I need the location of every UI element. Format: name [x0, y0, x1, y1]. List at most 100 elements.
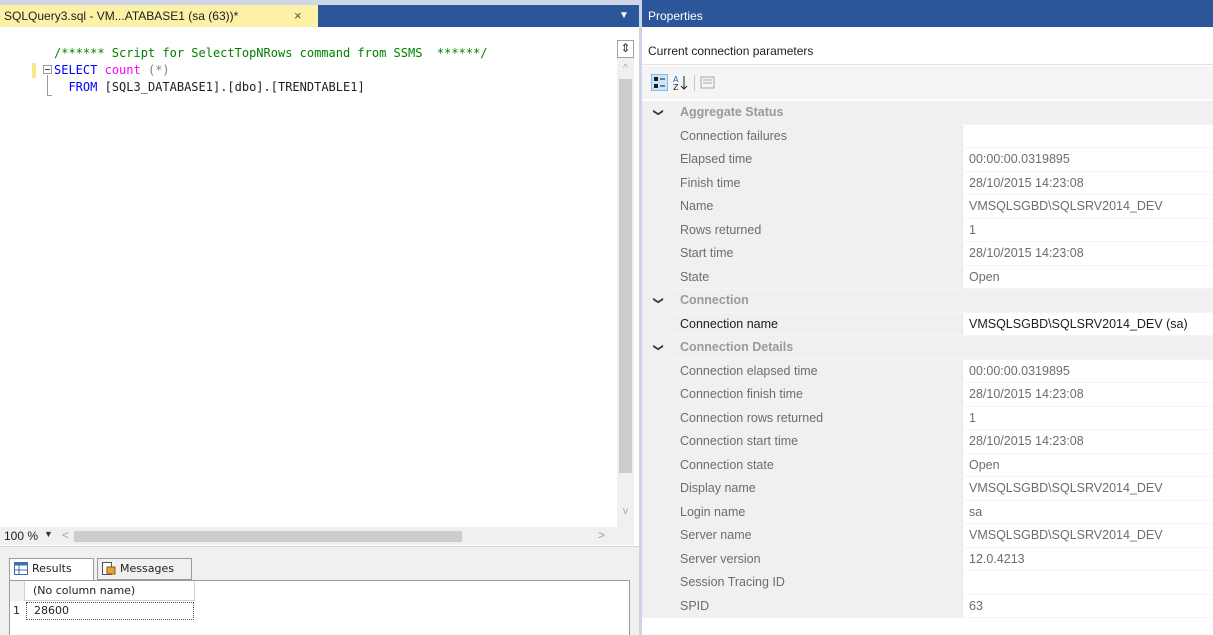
- property-value[interactable]: [962, 571, 1213, 595]
- results-grid[interactable]: (No column name) 1 28600: [9, 580, 630, 635]
- property-name: Login name: [670, 500, 962, 524]
- property-row[interactable]: Start time 28/10/2015 14:23:08: [642, 242, 1213, 266]
- property-grid: ❯ Aggregate Status Connection failures Elap…: [642, 101, 1213, 618]
- property-name: Connection elapsed time: [670, 359, 962, 383]
- tab-messages-label: Messages: [120, 562, 174, 575]
- property-value[interactable]: 1: [962, 406, 1213, 430]
- property-value[interactable]: VMSQLSGBD\SQLSRV2014_DEV: [962, 477, 1213, 501]
- property-value[interactable]: 28/10/2015 14:23:08: [962, 242, 1213, 266]
- property-name: Connection finish time: [670, 383, 962, 407]
- property-row[interactable]: Connection failures: [642, 124, 1213, 148]
- property-name: Display name: [670, 477, 962, 501]
- property-name: Connection state: [670, 453, 962, 477]
- property-name: Name: [670, 195, 962, 219]
- property-row[interactable]: Connection start time 28/10/2015 14:23:08: [642, 430, 1213, 454]
- property-row[interactable]: Server version 12.0.4213: [642, 547, 1213, 571]
- zoom-dropdown-icon[interactable]: ▼: [44, 529, 53, 539]
- property-value[interactable]: 28/10/2015 14:23:08: [962, 171, 1213, 195]
- tab-results[interactable]: Results: [9, 558, 94, 581]
- properties-title: Properties: [642, 5, 1213, 27]
- code-line-from: FROM [SQL3_DATABASE1].[dbo].[TRENDTABLE1…: [54, 80, 365, 95]
- keyword-select: SELECT: [54, 63, 98, 77]
- property-category-label: Connection: [670, 289, 1213, 313]
- property-name: Server version: [670, 547, 962, 571]
- property-name: Server name: [670, 524, 962, 548]
- property-row[interactable]: Finish time 28/10/2015 14:23:08: [642, 171, 1213, 195]
- document-tab-strip: SQLQuery3.sql - VM...ATABASE1 (sa (63))*…: [0, 0, 639, 27]
- properties-object-selector[interactable]: Current connection parameters: [642, 38, 1213, 65]
- document-tab-title: SQLQuery3.sql - VM...ATABASE1 (sa (63))*: [4, 9, 239, 23]
- tab-messages[interactable]: Messages: [97, 558, 192, 580]
- property-category-label: Aggregate Status: [670, 101, 1213, 125]
- scroll-up-icon[interactable]: ^: [617, 61, 634, 77]
- property-row[interactable]: Connection elapsed time 00:00:00.0319895: [642, 359, 1213, 383]
- grid-corner[interactable]: [10, 581, 25, 601]
- property-value[interactable]: VMSQLSGBD\SQLSRV2014_DEV: [962, 195, 1213, 219]
- property-name: Connection name: [670, 312, 962, 336]
- property-name: State: [670, 265, 962, 289]
- chevron-down-icon[interactable]: ❯: [653, 296, 664, 304]
- property-value[interactable]: 12.0.4213: [962, 547, 1213, 571]
- property-value[interactable]: [962, 124, 1213, 148]
- property-name: Connection start time: [670, 430, 962, 454]
- scroll-down-icon[interactable]: v: [617, 504, 634, 520]
- code-editor[interactable]: [0, 27, 639, 545]
- property-row[interactable]: Connection name VMSQLSGBD\SQLSRV2014_DEV …: [642, 312, 1213, 336]
- property-name: Session Tracing ID: [670, 571, 962, 595]
- vertical-scroll-thumb[interactable]: [619, 79, 632, 473]
- property-value[interactable]: VMSQLSGBD\SQLSRV2014_DEV (sa): [962, 312, 1213, 336]
- dropdown-icon[interactable]: ▼: [617, 10, 631, 22]
- property-value[interactable]: VMSQLSGBD\SQLSRV2014_DEV: [962, 524, 1213, 548]
- property-value[interactable]: 00:00:00.0319895: [962, 148, 1213, 172]
- chevron-down-icon[interactable]: ❯: [653, 343, 664, 351]
- chevron-down-icon[interactable]: ❯: [653, 108, 664, 116]
- collapse-region-icon[interactable]: [43, 65, 52, 74]
- property-value[interactable]: Open: [962, 453, 1213, 477]
- property-row[interactable]: Connection finish time 28/10/2015 14:23:0…: [642, 383, 1213, 407]
- properties-pane: Properties Current connection parameters…: [639, 0, 1213, 635]
- property-row[interactable]: Connection rows returned 1: [642, 406, 1213, 430]
- row-number[interactable]: 1: [10, 601, 25, 621]
- property-row[interactable]: Name VMSQLSGBD\SQLSRV2014_DEV: [642, 195, 1213, 219]
- property-value[interactable]: 63: [962, 594, 1213, 618]
- property-category[interactable]: ❯ Connection Details: [642, 336, 1213, 360]
- property-pages-icon[interactable]: [699, 74, 716, 91]
- property-name: Connection rows returned: [670, 406, 962, 430]
- property-value[interactable]: 1: [962, 218, 1213, 242]
- categorized-icon[interactable]: [651, 74, 668, 91]
- alphabetical-icon[interactable]: A Z: [672, 74, 689, 91]
- property-row[interactable]: Server name VMSQLSGBD\SQLSRV2014_DEV: [642, 524, 1213, 548]
- scroll-right-icon[interactable]: >: [598, 528, 605, 542]
- property-category[interactable]: ❯ Connection: [642, 289, 1213, 313]
- property-category[interactable]: ❯ Aggregate Status: [642, 101, 1213, 125]
- property-row[interactable]: Rows returned 1: [642, 218, 1213, 242]
- property-row[interactable]: Elapsed time 00:00:00.0319895: [642, 148, 1213, 172]
- property-value[interactable]: 28/10/2015 14:23:08: [962, 430, 1213, 454]
- code-line-comment: /****** Script for SelectTopNRows comman…: [54, 46, 488, 60]
- result-cell[interactable]: 28600: [26, 602, 194, 620]
- split-icon[interactable]: ⇕: [617, 40, 634, 58]
- property-row[interactable]: Login name sa: [642, 500, 1213, 524]
- close-icon[interactable]: ×: [294, 5, 302, 27]
- query-editor-pane: SQLQuery3.sql - VM...ATABASE1 (sa (63))*…: [0, 0, 639, 635]
- properties-toolbar: A Z: [642, 66, 1213, 99]
- column-header[interactable]: (No column name): [25, 581, 195, 601]
- property-name: Connection failures: [670, 124, 962, 148]
- property-row[interactable]: SPID 63: [642, 594, 1213, 618]
- function-count: count: [104, 63, 141, 77]
- table-reference: [SQL3_DATABASE1].[dbo].[TRENDTABLE1]: [104, 80, 365, 94]
- property-category-label: Connection Details: [670, 336, 1213, 360]
- horizontal-scroll-thumb[interactable]: [74, 531, 462, 542]
- property-row[interactable]: Display name VMSQLSGBD\SQLSRV2014_DEV: [642, 477, 1213, 501]
- property-row[interactable]: Connection state Open: [642, 453, 1213, 477]
- document-tab[interactable]: SQLQuery3.sql - VM...ATABASE1 (sa (63))*…: [0, 5, 318, 27]
- scroll-left-icon[interactable]: <: [62, 528, 69, 542]
- property-value[interactable]: 00:00:00.0319895: [962, 359, 1213, 383]
- property-row[interactable]: State Open: [642, 265, 1213, 289]
- property-value[interactable]: sa: [962, 500, 1213, 524]
- zoom-level[interactable]: 100 %: [4, 529, 38, 543]
- property-value[interactable]: 28/10/2015 14:23:08: [962, 383, 1213, 407]
- tab-results-label: Results: [32, 562, 72, 575]
- property-row[interactable]: Session Tracing ID: [642, 571, 1213, 595]
- property-value[interactable]: Open: [962, 265, 1213, 289]
